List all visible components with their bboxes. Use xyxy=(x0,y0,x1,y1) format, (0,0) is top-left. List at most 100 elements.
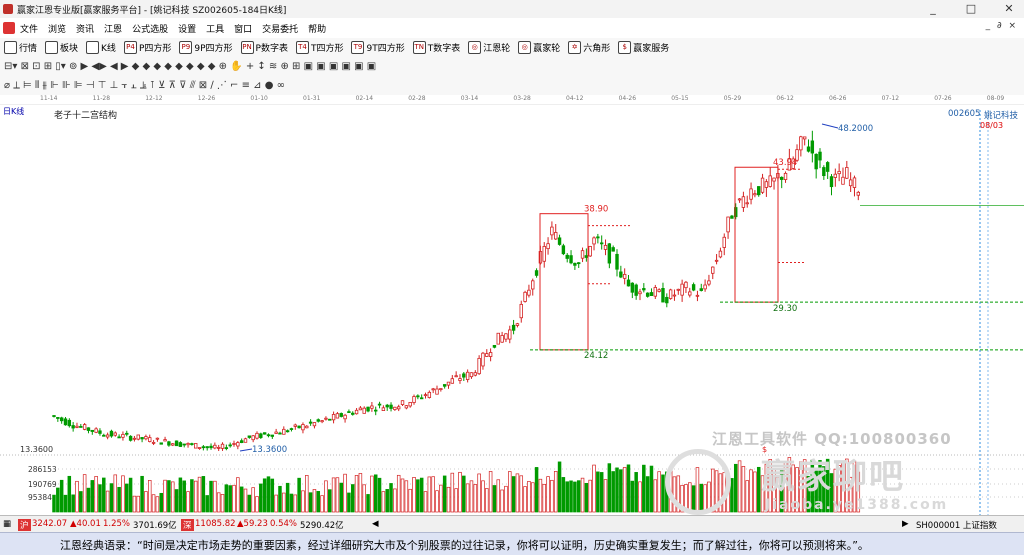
candle-body xyxy=(255,432,259,439)
menu-item[interactable]: 江恩 xyxy=(104,22,122,35)
candle-body xyxy=(741,196,746,208)
calc-icon[interactable]: ▦ xyxy=(3,519,11,529)
candle-body xyxy=(511,324,516,331)
mdi-controls[interactable]: _ ∂ × xyxy=(986,21,1018,31)
toolbar-9p-square-button[interactable]: P9 9P四方形 xyxy=(179,41,233,54)
volume-bar xyxy=(596,471,600,513)
candle-body xyxy=(730,215,734,219)
volume-bar xyxy=(216,492,221,513)
volume-bar xyxy=(607,463,612,513)
line-tool-icons[interactable]: ⌀ ⟂ ⊨ ⫴ ⫵ ⊩ ⊪ ⊫ ⊣ ⊤ ⊥ ⫟ ⫠ ⫡ ⊺ ⊻ ⊼ ⊽ ⫻ ⊠ … xyxy=(4,80,285,91)
volume-bar xyxy=(90,480,95,513)
toolbar-label: 赢家服务 xyxy=(633,44,670,54)
current-index[interactable]: SH000001 上证指数 xyxy=(916,519,997,531)
toolbar-quote-button[interactable]: 行情 xyxy=(4,41,37,54)
menu-item[interactable]: 工具 xyxy=(206,22,224,35)
candle-body xyxy=(151,441,156,444)
volume-bar xyxy=(419,477,424,513)
toolbar-winner-wheel-button[interactable]: ◎ 赢家轮 xyxy=(518,41,560,54)
volume-bar xyxy=(301,490,305,513)
candle-body xyxy=(481,352,485,367)
volume-bar xyxy=(657,471,661,513)
candle-body xyxy=(335,413,340,419)
toolbar-9t-square-button[interactable]: T9 9T四方形 xyxy=(351,41,405,54)
candle-body xyxy=(492,344,497,348)
volume-bar xyxy=(446,486,451,513)
toolbar-winner-service-button[interactable]: $ 赢家服务 xyxy=(618,41,669,54)
candle-body xyxy=(603,244,608,250)
volume-bar xyxy=(645,476,650,513)
candle-body xyxy=(408,402,412,407)
candle-body xyxy=(132,437,137,440)
quote-icon xyxy=(4,41,17,54)
candle-body xyxy=(749,188,753,200)
candle-body xyxy=(638,291,642,295)
toolbar-t-number-table-button[interactable]: TN T数字表 xyxy=(412,41,460,54)
minimize-button[interactable]: _ xyxy=(924,1,942,16)
candle-body xyxy=(75,425,79,428)
candle-body xyxy=(370,405,374,409)
menu-item[interactable]: 窗口 xyxy=(234,22,252,35)
volume-bar xyxy=(205,495,209,513)
axis-price-label: 13.3600 xyxy=(20,445,53,454)
toolbar-p-number-table-button[interactable]: PN P数字表 xyxy=(240,41,288,54)
toolbar-gann-wheel-button[interactable]: ◎ 江恩轮 xyxy=(468,41,510,54)
volume-bar xyxy=(653,479,658,513)
candle-body xyxy=(362,407,366,414)
status-scroll-right[interactable]: ▶ xyxy=(902,519,909,529)
winner-service-icon: $ xyxy=(618,41,632,54)
t-square-icon: T4 xyxy=(295,41,309,54)
close-button[interactable]: ✕ xyxy=(1000,1,1018,16)
candle-body xyxy=(136,434,140,440)
title-bar: 赢家江恩专业版[赢家服务平台] - [姚记科技 SZ002605-184日K线]… xyxy=(0,0,1024,19)
volume-bar xyxy=(113,474,118,513)
candle-body xyxy=(396,406,401,410)
menu-item[interactable]: 交易委托 xyxy=(262,22,298,35)
candle-body xyxy=(239,440,244,443)
kline-icon xyxy=(86,41,100,54)
volume-bar xyxy=(75,480,79,513)
candle-body xyxy=(167,441,171,446)
menu-item[interactable]: 公式选股 xyxy=(132,22,168,35)
drawing-tool-icons[interactable]: ⊟▾ ⊠ ⊡ ⊞ ▯▾ ⊚ ▶ ◀▶ ◀ ▶ ◆ ◆ ◆ ◆ ◆ ◆ ◆ ◆ ⊕… xyxy=(4,61,376,72)
candle-body xyxy=(584,255,589,258)
toolbar-sector-button[interactable]: 板块 xyxy=(45,41,78,54)
menu-item[interactable]: 帮助 xyxy=(308,22,326,35)
toolbar-kline-button[interactable]: K线 xyxy=(86,41,116,54)
volume-bar xyxy=(178,477,183,513)
menu-item[interactable]: 资讯 xyxy=(76,22,94,35)
candle-body xyxy=(711,266,715,274)
candle-body xyxy=(745,202,749,205)
sh-index-icon[interactable]: 沪 xyxy=(18,519,31,531)
status-scroll-left[interactable]: ◀ xyxy=(372,519,379,529)
period-label[interactable]: 日K线 xyxy=(3,106,24,117)
toolbar-hexagon-button[interactable]: ✡ 六角形 xyxy=(568,41,610,54)
sz-index-icon[interactable]: 深 xyxy=(181,519,194,531)
time-axis-label: 05-29 xyxy=(723,95,742,102)
candle-body xyxy=(262,432,267,435)
volume-bar xyxy=(305,475,309,513)
maximize-button[interactable]: □ xyxy=(962,1,980,16)
volume-bar xyxy=(343,473,347,513)
toolbar-p-square-button[interactable]: P4 P四方形 xyxy=(123,41,172,54)
candle-body xyxy=(657,289,661,292)
candle-body xyxy=(82,424,87,430)
menu-item[interactable]: 文件 xyxy=(20,22,38,35)
candle-body xyxy=(611,247,615,252)
candle-body xyxy=(59,417,64,422)
time-axis-label: 12-26 xyxy=(197,95,216,102)
time-axis-label: 11-14 xyxy=(40,95,58,102)
volume-bar xyxy=(373,474,378,513)
stock-code: 002605 xyxy=(948,109,981,119)
candle-body xyxy=(113,432,117,436)
candle-body xyxy=(588,246,592,257)
volume-bar xyxy=(427,476,432,513)
toolbar-label: P四方形 xyxy=(138,44,172,54)
menu-item[interactable]: 浏览 xyxy=(48,22,66,35)
volume-bar xyxy=(500,489,504,513)
main-toolbar-items: 行情 板块 K线 P4 P四方形 P9 9P四方形 PN P数字表 T4 T四方形 T9 9T四方形 TN… xyxy=(4,41,669,54)
volume-bar xyxy=(251,487,255,513)
candle-body xyxy=(684,281,688,289)
menu-item[interactable]: 设置 xyxy=(178,22,196,35)
toolbar-t-square-button[interactable]: T4 T四方形 xyxy=(295,41,343,54)
